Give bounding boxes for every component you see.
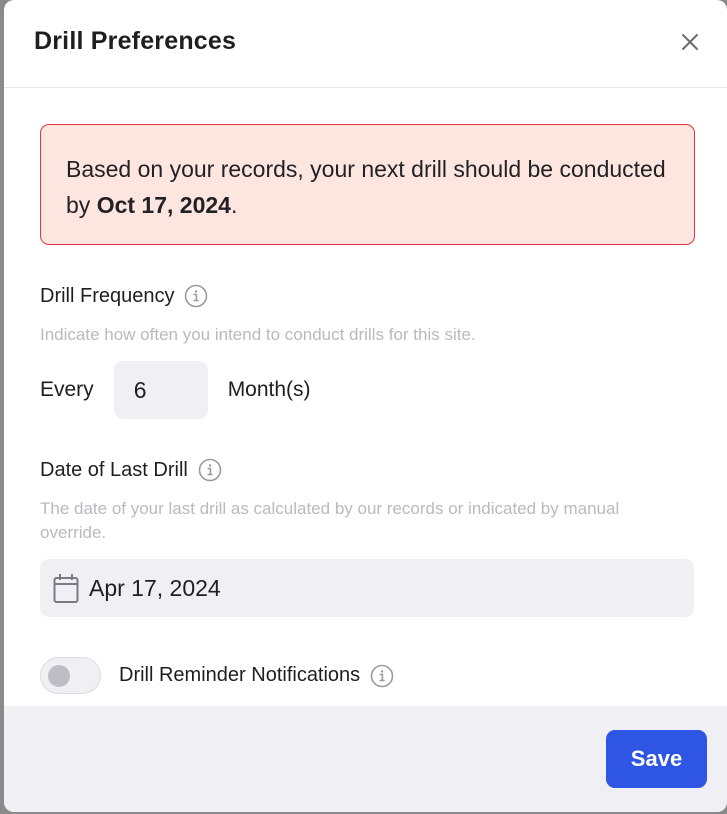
next-drill-date: Oct 17, 2024 [96, 192, 231, 218]
notifications-label: Drill Reminder Notifications [119, 664, 361, 686]
dialog-footer: Save [4, 706, 727, 812]
close-icon [682, 34, 698, 50]
toggle-knob [48, 665, 70, 687]
frequency-unit: Month(s) [227, 378, 311, 401]
last-drill-date: Apr 17, 2024 [89, 574, 221, 601]
drill-preferences-dialog: Drill Preferences Based on your records,… [4, 0, 727, 812]
frequency-prefix: Every [40, 378, 94, 401]
drill-frequency-label: Drill Frequency [40, 284, 175, 307]
alert-text-end: . [230, 192, 238, 218]
frequency-input[interactable] [113, 361, 208, 419]
frequency-row: Every Month(s) [40, 361, 311, 419]
info-icon[interactable] [370, 664, 394, 688]
drill-frequency-label-row: Drill Frequency [40, 284, 208, 308]
last-drill-date-field[interactable]: Apr 17, 2024 [40, 559, 694, 617]
drill-frequency-help: Indicate how often you intend to conduct… [40, 325, 476, 344]
calendar-icon [53, 574, 79, 603]
close-button[interactable] [678, 30, 702, 54]
dialog-title: Drill Preferences [34, 27, 237, 55]
save-button[interactable]: Save [606, 730, 707, 788]
last-drill-label: Date of Last Drill [40, 458, 188, 481]
info-icon[interactable] [184, 284, 208, 308]
last-drill-label-row: Date of Last Drill [40, 458, 222, 482]
dialog-header: Drill Preferences [4, 0, 727, 88]
notifications-row: Drill Reminder Notifications [40, 657, 394, 694]
last-drill-help: The date of your last drill as calculate… [40, 499, 620, 542]
info-icon[interactable] [198, 458, 222, 482]
next-drill-alert: Based on your records, your next drill s… [40, 124, 695, 245]
notifications-toggle[interactable] [40, 657, 101, 694]
